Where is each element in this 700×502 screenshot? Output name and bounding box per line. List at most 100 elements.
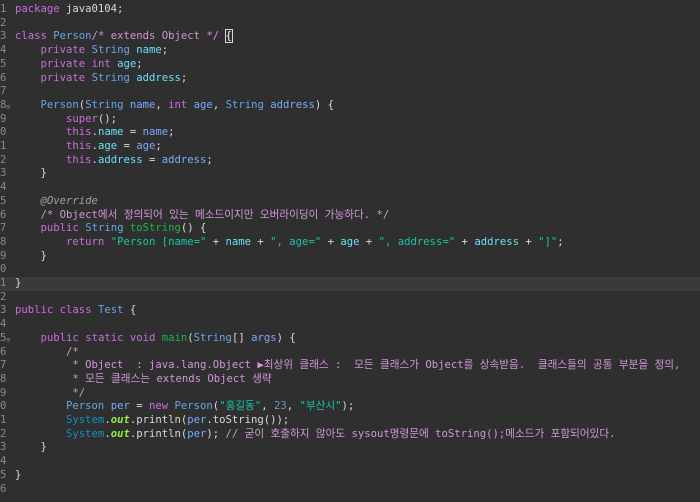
code-token: Person — [174, 400, 213, 413]
code-line[interactable]: 4 private String name; — [0, 44, 700, 58]
code-line[interactable]: 3 public class Test { — [0, 304, 700, 318]
code-line[interactable]: 9 super(); — [0, 113, 700, 127]
code-text: this.address = address; — [15, 154, 213, 168]
code-line[interactable]: 1 this.age = age; — [0, 140, 700, 154]
code-token: toString — [129, 222, 181, 235]
code-token: main — [161, 331, 188, 344]
line-number: 7 — [0, 85, 7, 98]
code-line[interactable]: 2 System.out.println(per); // 굳이 호출하지 않아… — [0, 428, 700, 442]
code-text: System.out.println(per.toString()); — [15, 414, 289, 428]
code-text: public static void main(String[] args) { — [15, 332, 296, 346]
code-line[interactable]: 0 — [0, 263, 700, 277]
code-token: () { — [180, 222, 207, 235]
code-line[interactable]: 3 class Person/* extends Object */ { — [0, 29, 700, 44]
code-line[interactable]: 0 this.name = name; — [0, 126, 700, 140]
code-token: .toString()); — [206, 414, 290, 426]
code-line[interactable]: 5 private int age; — [0, 58, 700, 72]
code-line[interactable]: 5} — [0, 469, 700, 483]
line-number: 8 — [0, 372, 7, 385]
code-line[interactable]: 3 } — [0, 441, 700, 455]
line-number: 1 — [0, 414, 7, 426]
code-line[interactable]: 3 } — [0, 167, 700, 181]
code-token: age — [193, 98, 213, 111]
line-number: 9 — [0, 386, 7, 399]
code-line[interactable]: 4 — [0, 318, 700, 332]
code-token: String — [225, 98, 264, 111]
code-token: { — [224, 29, 233, 44]
code-token: address — [97, 153, 143, 166]
code-token: "]" — [538, 235, 558, 248]
code-token: per — [187, 427, 207, 440]
code-text: this.name = name; — [15, 126, 175, 140]
code-text: public String toString() { — [15, 222, 207, 236]
code-token: "Person [name=" — [110, 235, 207, 248]
code-text: * Object : java.lang.Object ▶최상위 클래스 : 모… — [15, 359, 680, 373]
code-token: } — [15, 277, 22, 289]
code-token: Person — [53, 30, 92, 43]
code-line[interactable]: 6 /* — [0, 346, 700, 360]
code-line[interactable]: 7 * Object : java.lang.Object ▶최상위 클래스 :… — [0, 359, 700, 373]
code-text: private int age; — [15, 58, 143, 72]
line-number: 5 — [0, 57, 7, 70]
code-line[interactable]: 6 private String address; — [0, 72, 700, 86]
code-token: age — [340, 235, 360, 248]
code-token: .println( — [129, 414, 188, 426]
code-text: /* Object에서 정의되어 있는 메소드이지만 오버라이딩이 가능하다. … — [15, 209, 390, 223]
code-token: + — [206, 235, 226, 248]
fold-toggle-icon[interactable]: ⊖ — [6, 103, 12, 110]
code-line[interactable]: 2 — [0, 17, 700, 31]
code-token: ; — [557, 235, 564, 248]
code-token: int — [168, 98, 188, 111]
code-line[interactable]: 2 — [0, 291, 700, 305]
code-token: name — [97, 126, 124, 139]
code-token: void — [129, 331, 156, 344]
code-token: /* extends Object */ — [91, 30, 220, 43]
line-number: 9 — [0, 249, 7, 262]
code-token: } — [15, 249, 47, 262]
code-line[interactable]: 1 package java0104; — [0, 3, 700, 17]
line-number: 2 — [0, 290, 7, 303]
code-line[interactable]: 9 } — [0, 250, 700, 264]
code-token: address — [161, 153, 207, 166]
code-line[interactable]: 4 — [0, 455, 700, 469]
code-line[interactable]: 7 — [0, 85, 700, 99]
code-line[interactable]: 9 */ — [0, 387, 700, 401]
code-line[interactable]: 4 — [0, 181, 700, 195]
code-token: ); — [206, 427, 226, 440]
code-line[interactable]: 1} — [0, 277, 700, 291]
code-editor[interactable]: 1 package java0104; 2 3 class Person/* exten… — [0, 0, 700, 502]
code-line[interactable]: 8 ⊖ Person(String name, int age, String a… — [0, 99, 700, 113]
code-token: private — [40, 57, 86, 70]
line-number: 6 — [0, 345, 7, 358]
code-token: (); — [97, 112, 118, 125]
code-line[interactable]: 2 this.address = address; — [0, 154, 700, 168]
code-line[interactable]: 6 /* Object에서 정의되어 있는 메소드이지만 오버라이딩이 가능하다… — [0, 209, 700, 223]
code-line[interactable]: 7 public String toString() { — [0, 222, 700, 236]
code-line[interactable]: 6 — [0, 483, 700, 497]
code-token: } — [15, 441, 47, 454]
code-token: address — [474, 235, 519, 248]
code-token: private — [40, 44, 86, 57]
code-line[interactable]: 8 return "Person [name=" + name + ", age… — [0, 236, 700, 250]
code-token: ) { — [314, 98, 335, 111]
code-token: ; — [168, 126, 175, 139]
code-token: age — [117, 57, 137, 70]
code-line[interactable]: 1 System.out.println(per.toString()); — [0, 414, 700, 428]
fold-toggle-icon[interactable]: ⊖ — [6, 336, 12, 343]
code-line[interactable]: 5 @Override — [0, 195, 700, 209]
code-line[interactable]: 5 ⊖ public static void main(String[] args… — [0, 332, 700, 346]
code-text: @Override — [15, 195, 98, 209]
code-text: System.out.println(per); // 굳이 호출하지 않아도 … — [15, 428, 616, 442]
code-line[interactable]: 8 * 모든 클래스는 extends Object 생략 — [0, 373, 700, 387]
code-token: ); — [341, 400, 355, 413]
code-token: { — [123, 304, 137, 317]
code-line[interactable]: 0 Person per = new Person("홍길동", 23, "부산… — [0, 400, 700, 414]
